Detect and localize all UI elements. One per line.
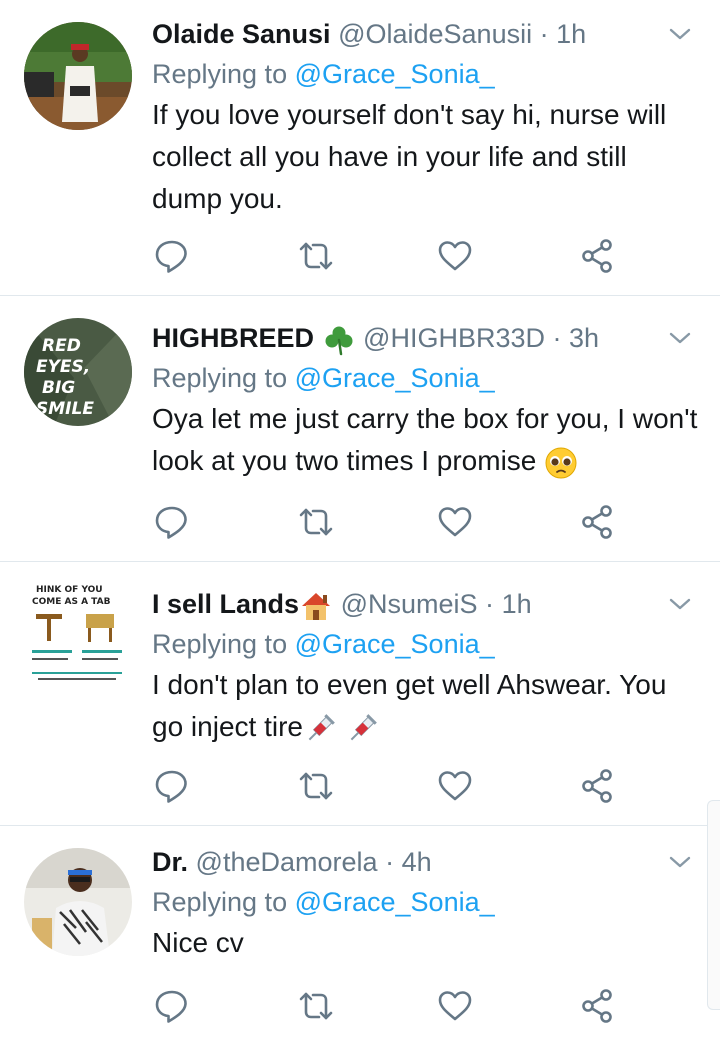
mention-link[interactable]: @Grace_Sonia_ bbox=[295, 59, 495, 89]
share-icon[interactable] bbox=[578, 236, 618, 276]
avatar-text: COME AS A TAB bbox=[32, 597, 111, 607]
display-name[interactable]: Olaide Sanusi bbox=[152, 19, 331, 49]
chevron-down-icon[interactable] bbox=[668, 850, 692, 874]
separator: · bbox=[485, 589, 495, 619]
tweet[interactable]: RED EYES, BIG SMILE HIGHBREED @HIGHBR33D… bbox=[0, 296, 720, 562]
user-handle[interactable]: @NsumeiS bbox=[341, 589, 478, 619]
retweet-icon[interactable] bbox=[296, 986, 336, 1026]
avatar[interactable] bbox=[24, 22, 132, 130]
chevron-down-icon[interactable] bbox=[668, 22, 692, 46]
house-icon bbox=[302, 592, 331, 620]
timestamp[interactable]: 1h bbox=[502, 589, 532, 619]
tweet-actions bbox=[152, 502, 622, 542]
reply-icon[interactable] bbox=[152, 986, 192, 1026]
avatar-text: BIG bbox=[42, 378, 75, 398]
timestamp[interactable]: 3h bbox=[569, 323, 599, 353]
tweet-header: Olaide Sanusi @OlaideSanusii · 1h bbox=[152, 14, 700, 54]
share-icon[interactable] bbox=[578, 766, 618, 806]
like-icon[interactable] bbox=[435, 236, 475, 276]
like-icon[interactable] bbox=[435, 766, 475, 806]
tweet-header: Dr. @theDamorela · 4h bbox=[152, 842, 700, 882]
tweet-actions bbox=[152, 236, 622, 276]
chevron-down-icon[interactable] bbox=[668, 592, 692, 616]
tweet-header: HIGHBREED @HIGHBR33D · 3h bbox=[152, 318, 700, 358]
tweet-text-body: Oya let me just carry the box for you, I… bbox=[152, 403, 698, 476]
tweet-text-body: I don't plan to even get well Ahswear. Y… bbox=[152, 669, 667, 742]
mention-link[interactable]: @Grace_Sonia_ bbox=[295, 363, 495, 393]
tweet-actions bbox=[152, 766, 622, 806]
share-icon[interactable] bbox=[578, 986, 618, 1026]
replying-to: Replying to @Grace_Sonia_ bbox=[152, 882, 700, 922]
tweet-header: I sell Lands @NsumeiS · 1h bbox=[152, 584, 700, 624]
retweet-icon[interactable] bbox=[296, 766, 336, 806]
shamrock-icon bbox=[325, 326, 353, 356]
avatar[interactable]: HINK OF YOU COME AS A TAB bbox=[24, 580, 132, 688]
mention-link[interactable]: @Grace_Sonia_ bbox=[295, 629, 495, 659]
syringe-icon bbox=[350, 713, 377, 740]
like-icon[interactable] bbox=[435, 502, 475, 542]
user-handle[interactable]: @OlaideSanusii bbox=[338, 19, 532, 49]
avatar-text: EYES, bbox=[36, 357, 90, 377]
tweet[interactable]: HINK OF YOU COME AS A TAB I sell Lands @… bbox=[0, 562, 720, 826]
tweet-text: Oya let me just carry the box for you, I… bbox=[152, 398, 700, 482]
like-icon[interactable] bbox=[435, 986, 475, 1026]
reply-icon[interactable] bbox=[152, 502, 192, 542]
replying-to-label: Replying to bbox=[152, 629, 295, 659]
retweet-icon[interactable] bbox=[296, 236, 336, 276]
tweet-actions bbox=[152, 986, 622, 1026]
pleading-face-icon bbox=[545, 447, 577, 479]
tweet[interactable]: Dr. @theDamorela · 4h Replying to @Grace… bbox=[0, 826, 720, 1058]
chevron-down-icon[interactable] bbox=[668, 326, 692, 350]
user-handle[interactable]: @theDamorela bbox=[196, 847, 378, 877]
tweet[interactable]: Olaide Sanusi @OlaideSanusii · 1h Replyi… bbox=[0, 0, 720, 296]
avatar[interactable]: RED EYES, BIG SMILE bbox=[24, 318, 132, 426]
timestamp[interactable]: 1h bbox=[556, 19, 586, 49]
scrollbar[interactable] bbox=[707, 800, 720, 1010]
avatar[interactable] bbox=[24, 848, 132, 956]
reply-icon[interactable] bbox=[152, 766, 192, 806]
replying-to: Replying to @Grace_Sonia_ bbox=[152, 358, 700, 398]
tweet-text: Nice cv bbox=[152, 927, 244, 958]
replying-to-label: Replying to bbox=[152, 59, 295, 89]
replying-to-label: Replying to bbox=[152, 887, 295, 917]
user-handle[interactable]: @HIGHBR33D bbox=[363, 323, 545, 353]
display-name[interactable]: I sell Lands bbox=[152, 589, 299, 619]
tweet-text: I don't plan to even get well Ahswear. Y… bbox=[152, 664, 700, 748]
timestamp[interactable]: 4h bbox=[402, 847, 432, 877]
avatar-text: SMILE bbox=[36, 399, 94, 419]
replying-to: Replying to @Grace_Sonia_ bbox=[152, 624, 700, 664]
share-icon[interactable] bbox=[578, 502, 618, 542]
separator: · bbox=[539, 19, 549, 49]
display-name[interactable]: Dr. bbox=[152, 847, 188, 877]
replying-to: Replying to @Grace_Sonia_ bbox=[152, 54, 700, 94]
separator: · bbox=[552, 323, 562, 353]
reply-icon[interactable] bbox=[152, 236, 192, 276]
replying-to-label: Replying to bbox=[152, 363, 295, 393]
mention-link[interactable]: @Grace_Sonia_ bbox=[295, 887, 495, 917]
display-name[interactable]: HIGHBREED bbox=[152, 323, 314, 353]
tweet-text: If you love yourself don't say hi, nurse… bbox=[152, 99, 667, 214]
avatar-text: HINK OF YOU bbox=[36, 585, 103, 595]
separator: · bbox=[385, 847, 395, 877]
syringe-icon bbox=[308, 713, 335, 740]
retweet-icon[interactable] bbox=[296, 502, 336, 542]
avatar-text: RED bbox=[42, 336, 81, 356]
